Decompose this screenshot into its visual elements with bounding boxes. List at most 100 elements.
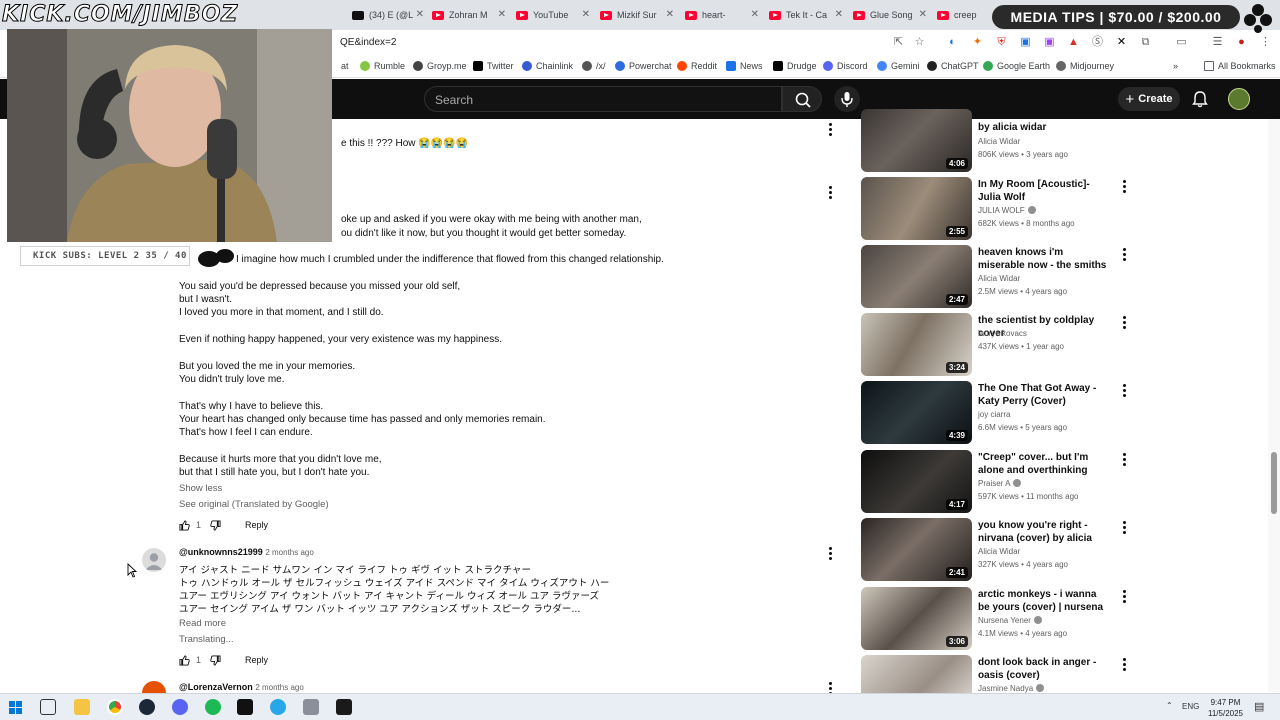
like-icon[interactable]: [179, 519, 190, 531]
video-title[interactable]: heaven knows i'm miserable now - the smi…: [978, 246, 1110, 272]
create-button[interactable]: + Create: [1118, 87, 1180, 111]
discord-icon[interactable]: [172, 699, 188, 715]
more-options-icon[interactable]: [1123, 658, 1127, 673]
recommended-video[interactable]: 4:39 The One That Got Away - Katy Perry …: [861, 381, 1141, 445]
reply-button[interactable]: Reply: [245, 655, 268, 665]
bookmark-item[interactable]: Powerchat: [615, 61, 672, 71]
video-title[interactable]: In My Room [Acoustic]- Julia Wolf: [978, 178, 1110, 204]
more-options-icon[interactable]: [1123, 590, 1127, 605]
bookmark-item[interactable]: Midjourney: [1056, 61, 1114, 71]
more-options-icon[interactable]: [1123, 248, 1127, 263]
terminal-icon[interactable]: [237, 699, 253, 715]
video-channel[interactable]: Alicia Widar: [978, 547, 1020, 556]
video-thumbnail[interactable]: 2:55: [861, 177, 972, 240]
address-bar[interactable]: QE&index=2: [340, 37, 396, 48]
video-channel[interactable]: joy ciarra: [978, 410, 1010, 419]
dislike-icon[interactable]: [210, 654, 221, 666]
video-channel[interactable]: JULIA WOLF: [978, 206, 1036, 215]
notifications-icon[interactable]: ▤: [1254, 700, 1264, 713]
search-button[interactable]: [782, 86, 822, 112]
recommended-video[interactable]: 3:24 the scientist by coldplay cover lau…: [861, 313, 1141, 377]
voice-search-button[interactable]: [834, 86, 860, 112]
video-title[interactable]: arctic monkeys - i wanna be yours (cover…: [978, 588, 1110, 614]
bookmark-item[interactable]: Chainlink: [522, 61, 573, 71]
extension-icon[interactable]: ◐: [946, 36, 959, 49]
browser-tab[interactable]: Tek It - Ca ✕: [769, 4, 843, 26]
comment-time[interactable]: 2 months ago: [255, 683, 303, 692]
browser-tab[interactable]: Mizkif Sur ✕: [600, 4, 674, 26]
more-options-icon[interactable]: [1123, 180, 1127, 195]
more-options-icon[interactable]: [1122, 113, 1126, 118]
search-input[interactable]: Search: [424, 86, 782, 112]
dislike-icon[interactable]: [210, 519, 221, 531]
extension-icon[interactable]: Ⓢ: [1091, 36, 1104, 49]
more-options-icon[interactable]: [1123, 453, 1127, 468]
video-thumbnail[interactable]: 4:06: [861, 109, 972, 172]
bookmark-item[interactable]: News: [726, 61, 763, 71]
recommended-video[interactable]: dont look back in anger - oasis (cover) …: [861, 655, 1141, 693]
video-channel[interactable]: Alicia Widar: [978, 137, 1020, 146]
bookmark-item[interactable]: Gemini: [877, 61, 920, 71]
bookmark-item[interactable]: /x/: [582, 61, 606, 71]
close-tab-icon[interactable]: ✕: [919, 9, 927, 20]
download-icon[interactable]: ☰: [1211, 36, 1224, 49]
more-options-icon[interactable]: [1123, 316, 1127, 331]
x-icon[interactable]: ✕: [1115, 36, 1128, 49]
bookmark-item[interactable]: Google Earth: [983, 61, 1050, 71]
more-options-icon[interactable]: [1123, 384, 1127, 399]
bookmark-item[interactable]: Drudge: [773, 61, 817, 71]
video-title[interactable]: "Creep" cover... but I'm alone and overt…: [978, 451, 1110, 477]
app-icon[interactable]: [303, 699, 319, 715]
reply-button[interactable]: Reply: [245, 520, 268, 530]
recommended-video[interactable]: 2:41 you know you're right - nirvana (co…: [861, 518, 1141, 582]
spotify-icon[interactable]: [205, 699, 221, 715]
side-panel-icon[interactable]: ▭: [1175, 36, 1188, 49]
bookmark-item[interactable]: at: [341, 61, 349, 71]
video-thumbnail[interactable]: 4:39: [861, 381, 972, 444]
browser-tab[interactable]: Zohran M ✕: [432, 4, 506, 26]
telegram-icon[interactable]: [270, 699, 286, 715]
close-tab-icon[interactable]: ✕: [835, 9, 843, 20]
video-title[interactable]: by alicia widar: [978, 121, 1110, 134]
video-thumbnail[interactable]: 4:17: [861, 450, 972, 513]
more-options-icon[interactable]: [1123, 521, 1127, 536]
like-icon[interactable]: [179, 654, 190, 666]
close-tab-icon[interactable]: ✕: [666, 9, 674, 20]
shield-icon[interactable]: ⛨: [995, 36, 1008, 49]
install-app-icon[interactable]: ⇱: [892, 36, 905, 49]
see-original-link[interactable]: See original (Translated by Google): [179, 499, 329, 510]
puzzle-icon[interactable]: ⧉: [1139, 36, 1152, 49]
video-channel[interactable]: Nursena Yener: [978, 616, 1042, 625]
bookmark-item[interactable]: Discord: [823, 61, 868, 71]
chrome-icon[interactable]: [107, 699, 123, 715]
commenter-avatar[interactable]: [142, 548, 166, 572]
extension-icon[interactable]: ▣: [1019, 36, 1032, 49]
recommended-video[interactable]: 4:06 by alicia widar Alicia Widar 806K v…: [861, 109, 1141, 173]
browser-tab[interactable]: Glue Song ✕: [853, 4, 927, 26]
video-title[interactable]: The One That Got Away - Katy Perry (Cove…: [978, 382, 1110, 408]
browser-tab[interactable]: YouTube ✕: [516, 4, 590, 26]
comment-author[interactable]: @unknownns21999: [179, 547, 263, 557]
read-more-link[interactable]: Read more: [179, 618, 226, 629]
clock[interactable]: 9:47 PM 11/5/2025: [1208, 697, 1243, 719]
close-tab-icon[interactable]: ✕: [751, 9, 759, 20]
recommended-video[interactable]: 3:06 arctic monkeys - i wanna be yours (…: [861, 587, 1141, 651]
video-thumbnail[interactable]: 3:24: [861, 313, 972, 376]
comment-time[interactable]: 2 months ago: [265, 548, 313, 557]
video-title[interactable]: you know you're right - nirvana (cover) …: [978, 519, 1110, 545]
file-explorer-icon[interactable]: [74, 699, 90, 715]
bookmark-item[interactable]: Groyp.me: [413, 61, 467, 71]
bookmark-item[interactable]: Twitter: [473, 61, 514, 71]
account-avatar[interactable]: [1228, 88, 1250, 110]
windows-start-icon[interactable]: [9, 701, 22, 714]
video-thumbnail[interactable]: 2:47: [861, 245, 972, 308]
task-view-icon[interactable]: [40, 699, 56, 715]
close-tab-icon[interactable]: ✕: [416, 9, 424, 20]
obs-icon[interactable]: [336, 699, 352, 715]
chevron-right-icon[interactable]: »: [1173, 61, 1178, 71]
bookmark-item[interactable]: ChatGPT: [927, 61, 979, 71]
bookmark-item[interactable]: Rumble: [360, 61, 405, 71]
bookmark-item[interactable]: Reddit: [677, 61, 717, 71]
close-tab-icon[interactable]: ✕: [498, 9, 506, 20]
video-channel[interactable]: Alicia Widar: [978, 274, 1020, 283]
